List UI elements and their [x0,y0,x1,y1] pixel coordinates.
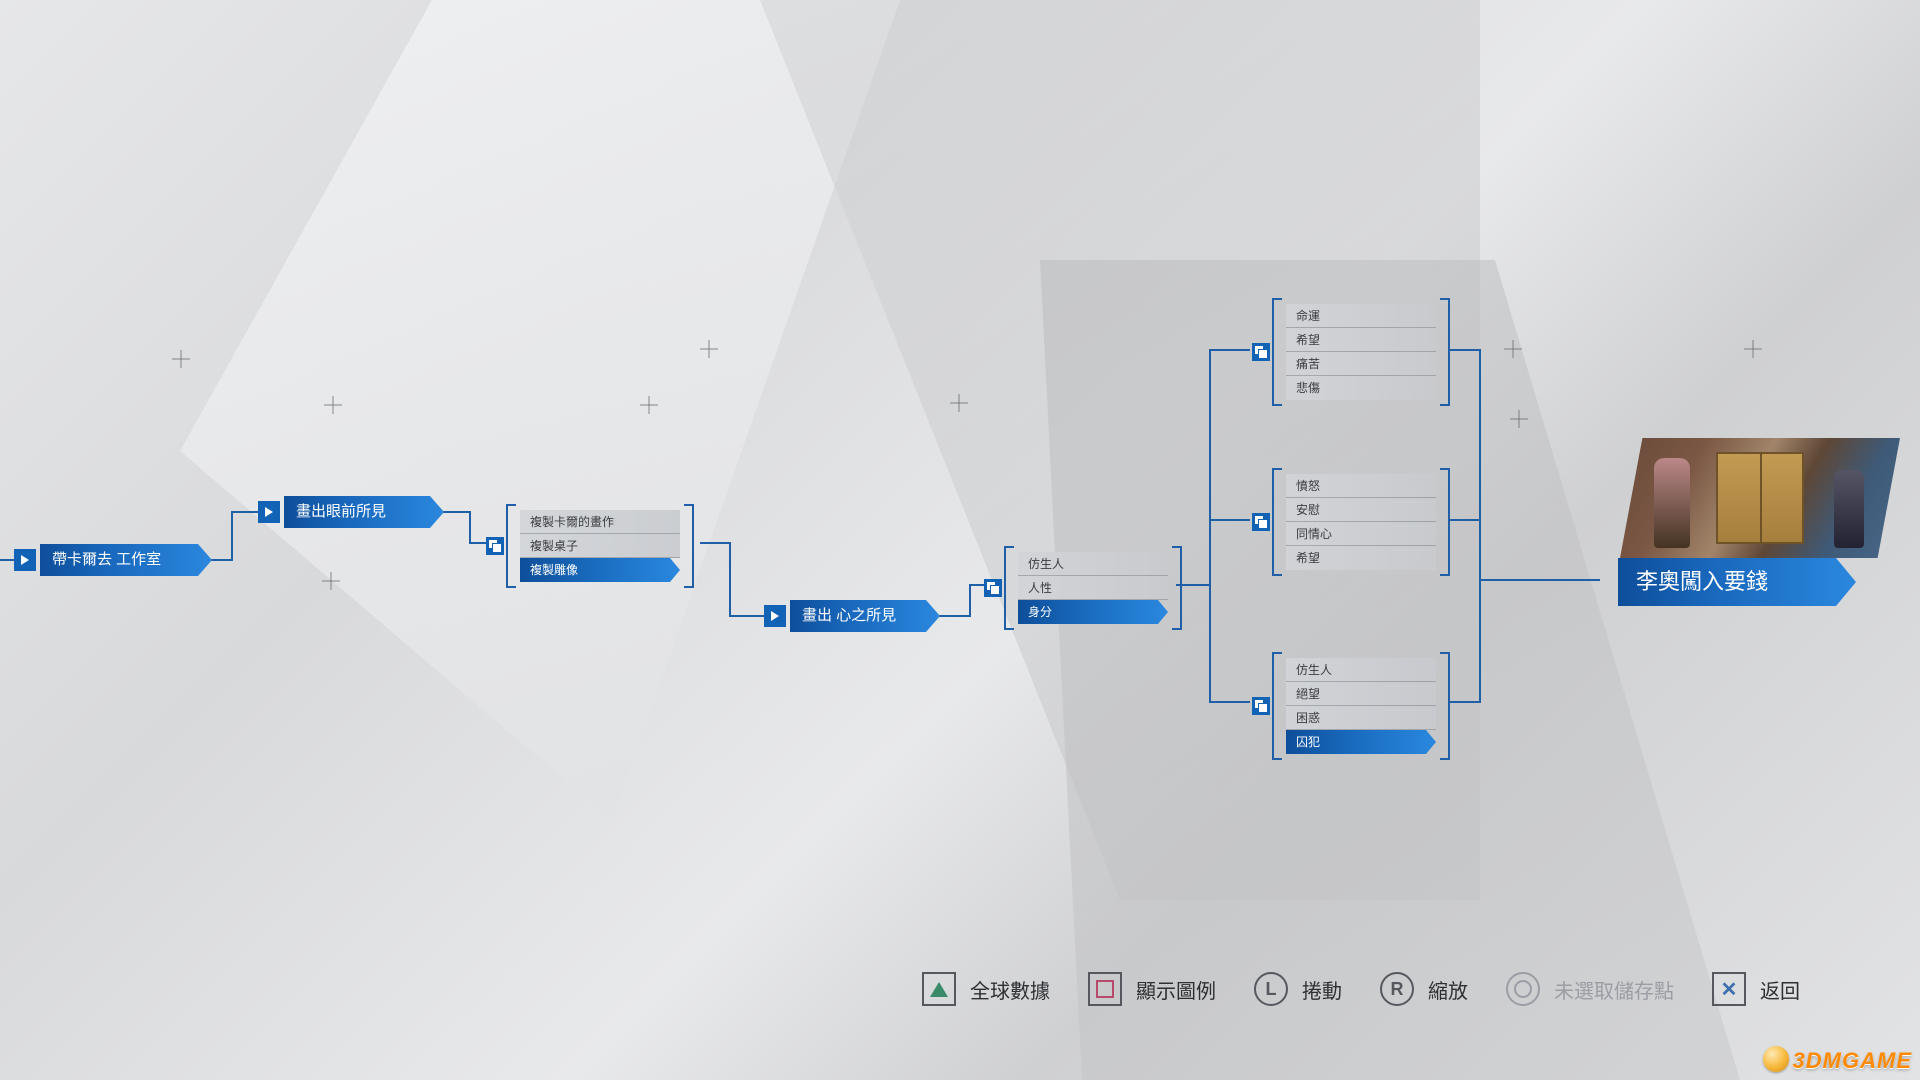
choice-option[interactable]: 仿生人 [1286,658,1436,682]
choice-option[interactable]: 希望 [1286,328,1436,352]
choice-option[interactable]: 人性 [1018,576,1168,600]
bracket-icon [1440,652,1450,760]
flowchart-canvas[interactable]: 帶卡爾去 工作室 畫出眼前所見 複製卡爾的畫作 複製桌子 複製雕像 畫出 心之所… [0,0,1920,1080]
bracket-icon [506,504,516,588]
choice-option-selected[interactable]: 身分 [1018,600,1168,624]
bracket-icon [1440,468,1450,576]
scene-thumbnail[interactable] [1620,438,1900,558]
node-paint-see[interactable]: 畫出眼前所見 [284,496,444,528]
hint-label: 捲動 [1302,975,1342,1004]
hint-scroll[interactable]: 捲動 [1254,972,1342,1006]
watermark-text: 3DMGAME [1793,1048,1912,1073]
bracket-icon [1272,468,1282,576]
thumbnail-figure [1834,470,1864,548]
circle-icon [1506,972,1540,1006]
arrow-icon [258,501,280,523]
triangle-icon [922,972,956,1006]
choice-option[interactable]: 困惑 [1286,706,1436,730]
bracket-icon [684,504,694,588]
stack-icon [1252,343,1270,361]
hint-zoom[interactable]: 縮放 [1380,972,1468,1006]
hint-no-checkpoint: 未選取儲存點 [1506,972,1674,1006]
hint-global-data[interactable]: 全球數據 [922,972,1050,1006]
arrow-icon [764,605,786,627]
r-stick-icon [1380,972,1414,1006]
choice-replicate[interactable]: 複製卡爾的畫作 複製桌子 複製雕像 [520,510,680,582]
thumbnail-doors [1716,452,1804,544]
choice-option[interactable]: 希望 [1286,546,1436,570]
bracket-icon [1440,298,1450,406]
stack-icon [1252,697,1270,715]
choice-option[interactable]: 命運 [1286,304,1436,328]
node-leo[interactable]: 李奧闖入要錢 [1618,558,1856,606]
choice-option[interactable]: 複製卡爾的畫作 [520,510,680,534]
watermark-ball-icon [1763,1046,1789,1072]
l-stick-icon [1254,972,1288,1006]
choice-feel-b[interactable]: 憤怒 安慰 同情心 希望 [1286,474,1436,570]
choice-feel-a[interactable]: 命運 希望 痛苦 悲傷 [1286,304,1436,400]
choice-subject[interactable]: 仿生人 人性 身分 [1018,552,1168,624]
hint-back[interactable]: 返回 [1712,972,1800,1006]
hint-label: 返回 [1760,975,1800,1004]
hint-legend[interactable]: 顯示圖例 [1088,972,1216,1006]
arrow-icon [14,549,36,571]
hint-label: 未選取儲存點 [1554,975,1674,1004]
choice-option[interactable]: 仿生人 [1018,552,1168,576]
choice-option-selected[interactable]: 複製雕像 [520,558,680,582]
bracket-icon [1272,298,1282,406]
choice-option[interactable]: 複製桌子 [520,534,680,558]
choice-option[interactable]: 悲傷 [1286,376,1436,400]
choice-option[interactable]: 痛苦 [1286,352,1436,376]
choice-option[interactable]: 絕望 [1286,682,1436,706]
hint-label: 全球數據 [970,975,1050,1004]
bracket-icon [1272,652,1282,760]
bracket-icon [1004,546,1014,630]
choice-option[interactable]: 同情心 [1286,522,1436,546]
watermark: 3DMGAME [1763,1046,1912,1074]
choice-option[interactable]: 憤怒 [1286,474,1436,498]
choice-option-selected[interactable]: 囚犯 [1286,730,1436,754]
node-paint-heart[interactable]: 畫出 心之所見 [790,600,940,632]
stack-icon [1252,513,1270,531]
node-start[interactable]: 帶卡爾去 工作室 [40,544,212,576]
hint-label: 顯示圖例 [1136,975,1216,1004]
control-hints-bar: 全球數據 顯示圖例 捲動 縮放 未選取儲存點 返回 [0,972,1920,1006]
bracket-icon [1172,546,1182,630]
stack-icon [486,537,504,555]
stack-icon [984,579,1002,597]
cross-icon [1712,972,1746,1006]
choice-option[interactable]: 安慰 [1286,498,1436,522]
thumbnail-figure [1654,458,1690,548]
square-icon [1088,972,1122,1006]
hint-label: 縮放 [1428,975,1468,1004]
choice-feel-c[interactable]: 仿生人 絕望 困惑 囚犯 [1286,658,1436,754]
